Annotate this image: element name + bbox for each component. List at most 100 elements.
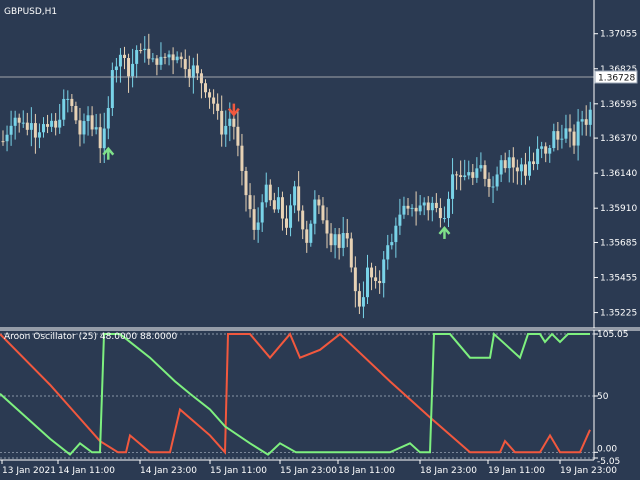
candle-body [430, 202, 434, 211]
candle-body [487, 178, 491, 188]
candle-body [313, 199, 317, 224]
candle-body [353, 267, 357, 292]
trading-chart[interactable]: GBPUSD,H1 1.370551.368251.365951.363701.… [0, 0, 640, 480]
candle-body [370, 267, 374, 278]
time-tick-label: 18 Jan 11:00 [338, 466, 395, 476]
candle-body [483, 165, 487, 179]
candle-body [58, 119, 62, 128]
candle-body [349, 238, 353, 268]
candle-body [329, 233, 333, 246]
candle-body [199, 73, 203, 84]
candle-body [366, 267, 369, 298]
symbol-title: GBPUSD,H1 [4, 7, 57, 17]
candle-body [289, 205, 293, 228]
candle-body [256, 222, 260, 230]
candle-body [394, 225, 398, 243]
candle-body [236, 126, 240, 146]
candle-body [102, 128, 106, 149]
candle-body [268, 184, 272, 201]
candle-body [50, 120, 54, 127]
candle-body [402, 205, 406, 215]
candle-body [179, 56, 183, 60]
level-tick-label: 105.05 [597, 330, 629, 340]
candle-body [54, 120, 58, 128]
candle-body [321, 205, 325, 221]
candle-body [244, 170, 248, 196]
price-panel[interactable]: GBPUSD,H1 [0, 0, 594, 328]
candle-body [548, 148, 552, 154]
candle-body [252, 209, 256, 230]
candle-body [499, 160, 503, 175]
candle-body [280, 197, 284, 219]
candle-body [42, 124, 45, 133]
time-tick-label: 13 Jan 2021 [2, 466, 56, 476]
candle-body [317, 199, 321, 206]
candle-body [418, 205, 422, 212]
candle-body [451, 174, 455, 199]
candle-body [1, 141, 5, 143]
level-tick-label: 50 [597, 392, 609, 402]
candle-body [37, 132, 41, 138]
candle-body [463, 175, 467, 178]
candle-body [528, 161, 531, 176]
candle-body [135, 50, 139, 64]
indicator-title: Aroon Oscillator (25) 48.0000 88.0000 [4, 332, 177, 342]
candle-body [378, 280, 382, 284]
candle-body [70, 98, 74, 106]
candle-body [224, 125, 228, 135]
candle-body [536, 148, 540, 165]
candle-body [123, 54, 126, 59]
candle-body [532, 161, 536, 165]
candle-body [576, 121, 580, 146]
price-tick-label: 1.36370 [600, 134, 637, 144]
candle-body [29, 123, 33, 130]
candle-body [398, 214, 402, 226]
price-tick-label: 1.36140 [600, 169, 637, 179]
candle-body [25, 122, 29, 130]
candle-body [540, 146, 544, 149]
candle-body [479, 165, 483, 169]
time-tick-label: 15 Jan 11:00 [210, 466, 267, 476]
candle-body [151, 58, 155, 60]
candle-body [240, 145, 244, 171]
candle-body [471, 172, 475, 178]
candle-body [361, 297, 365, 307]
candle-body [386, 245, 390, 260]
candle-body [220, 110, 224, 135]
candle-body [507, 157, 511, 169]
candle-body [82, 121, 86, 135]
time-tick-label: 19 Jan 11:00 [488, 466, 545, 476]
price-tick-label: 1.35685 [600, 238, 637, 248]
candle-body [276, 197, 280, 210]
candle-body [467, 172, 471, 176]
price-tick-label: 1.36595 [600, 100, 637, 110]
candle-body [305, 229, 309, 243]
candle-body [572, 131, 576, 146]
candle-body [232, 118, 236, 127]
candle-body [438, 207, 442, 219]
candle-body [66, 98, 70, 100]
candle-body [556, 131, 560, 140]
candle-body [410, 207, 414, 209]
candle-body [204, 83, 207, 93]
candle-body [175, 56, 179, 61]
candle-body [183, 59, 187, 70]
candle-body [208, 92, 212, 98]
candle-body [426, 202, 430, 211]
candle-body [564, 128, 568, 139]
time-tick-label: 18 Jan 23:00 [420, 466, 477, 476]
candle-body [46, 124, 50, 127]
candle-body [337, 234, 341, 248]
candle-body [118, 54, 122, 67]
candle-body [382, 259, 386, 284]
candle-body [98, 127, 102, 149]
candle-body [187, 69, 191, 78]
price-tick-label: 1.35455 [600, 274, 637, 284]
candle-body [285, 218, 288, 228]
candle-body [216, 103, 220, 111]
candle-body [155, 58, 159, 65]
candle-body [33, 123, 37, 138]
candle-body [588, 109, 592, 125]
time-tick-label: 19 Jan 23:00 [560, 466, 617, 476]
candle-body [139, 50, 143, 52]
